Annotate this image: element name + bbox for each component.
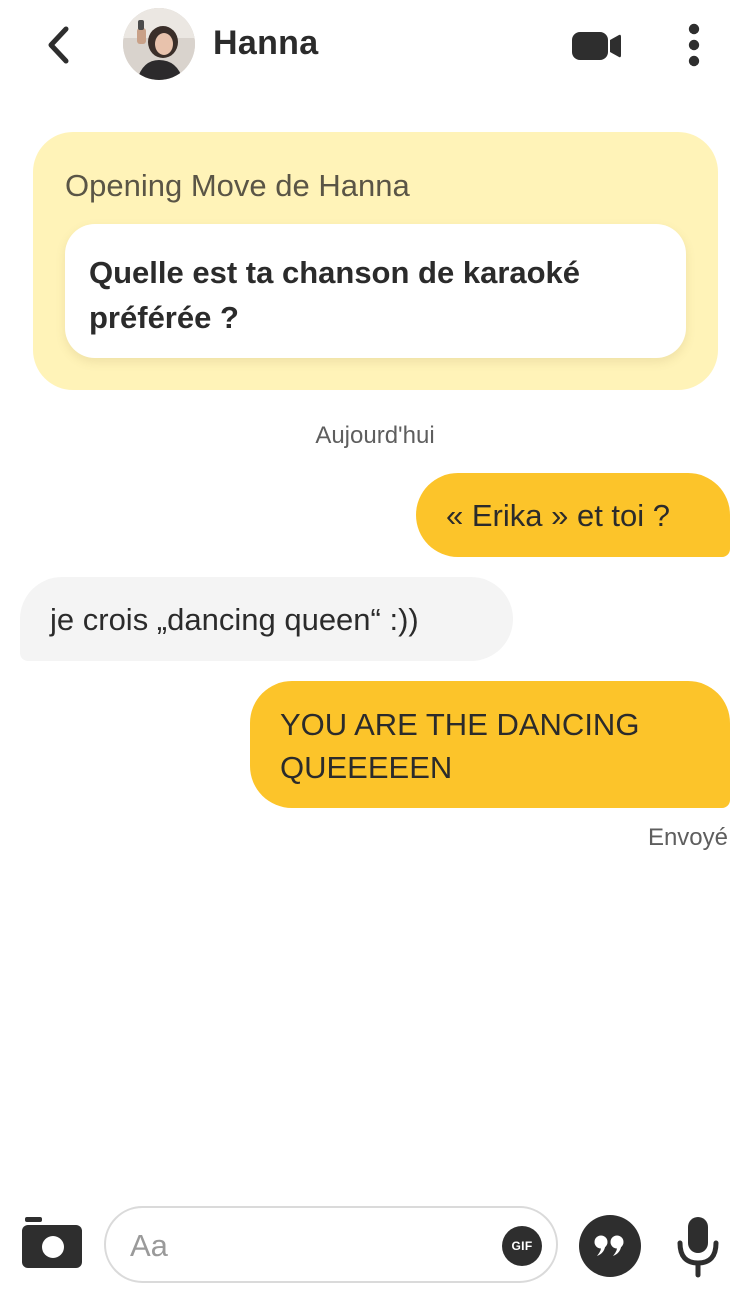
quote-icon: [594, 1235, 624, 1256]
contact-name[interactable]: Hanna: [213, 24, 318, 63]
message-bubble-received[interactable]: je crois „dancing queen“ :)): [20, 577, 513, 661]
chat-header: Hanna: [0, 0, 750, 95]
avatar-photo: [123, 8, 195, 80]
camera-icon: [22, 1217, 82, 1268]
camera-button[interactable]: [20, 1214, 84, 1270]
microphone-icon: [677, 1217, 719, 1278]
chevron-left-icon: [48, 26, 69, 64]
video-call-button[interactable]: [568, 26, 624, 66]
opening-move-card: Opening Move de Hanna Quelle est ta chan…: [33, 132, 718, 390]
more-options-button[interactable]: [676, 20, 712, 70]
vertical-dots-icon: [688, 23, 700, 67]
avatar[interactable]: [123, 8, 195, 80]
voice-message-button[interactable]: [672, 1212, 724, 1282]
opening-move-title: Opening Move de Hanna: [65, 168, 410, 203]
message-bubble-sent[interactable]: YOU ARE THE DANCING QUEEEEEN: [250, 681, 730, 808]
opening-move-question: Quelle est ta chanson de karaoké préféré…: [89, 255, 581, 335]
back-button[interactable]: [38, 22, 78, 68]
opening-move-question-box[interactable]: Quelle est ta chanson de karaoké préféré…: [65, 224, 686, 358]
message-input-container: GIF: [104, 1206, 558, 1283]
date-separator: Aujourd'hui: [315, 422, 435, 449]
video-camera-icon: [572, 32, 621, 60]
message-composer: GIF: [0, 1200, 750, 1294]
message-status: Envoyé: [647, 824, 728, 851]
gif-button[interactable]: GIF: [502, 1226, 542, 1266]
message-bubble-sent[interactable]: « Erika » et toi ?: [416, 473, 730, 557]
message-input[interactable]: [128, 1220, 492, 1272]
opening-move-quote-button[interactable]: [579, 1215, 641, 1277]
